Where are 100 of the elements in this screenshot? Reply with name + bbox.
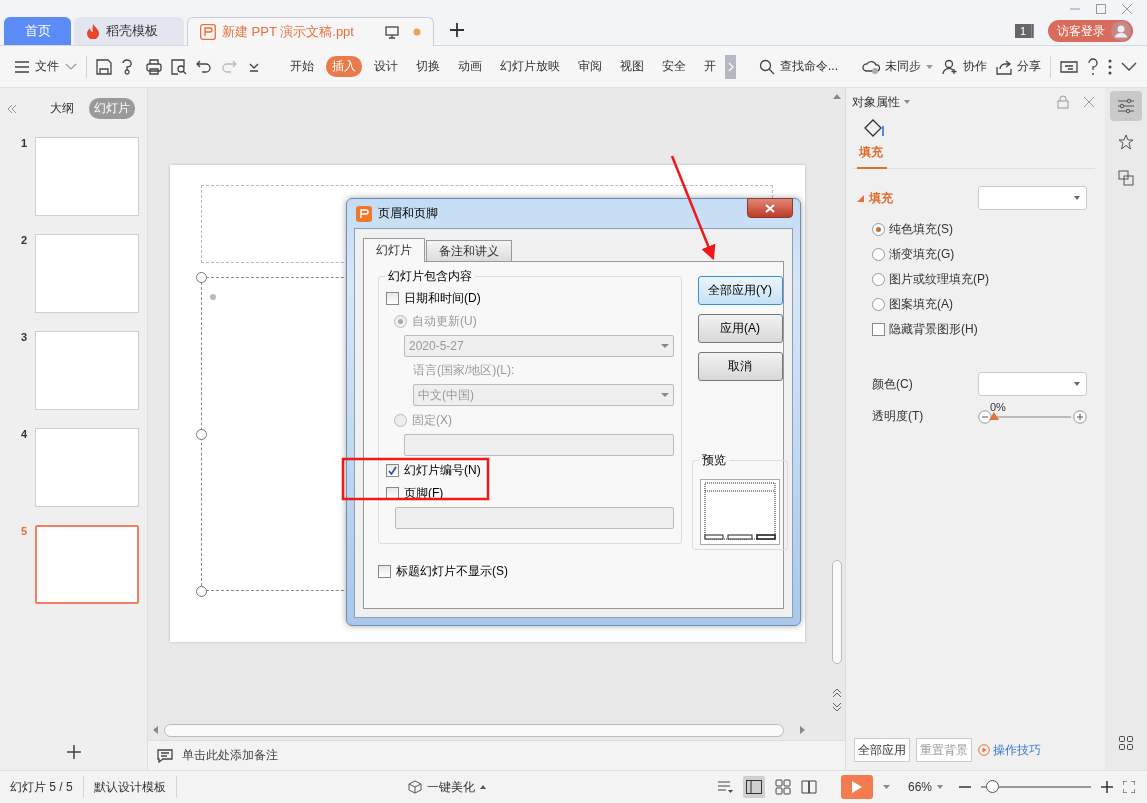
ribbon-tab[interactable]: 审阅 bbox=[572, 56, 608, 77]
scrollbar-thumb[interactable] bbox=[832, 560, 842, 664]
collapse-panel-icon[interactable] bbox=[7, 104, 17, 113]
dropdown-field[interactable] bbox=[404, 434, 674, 456]
dialog-tab[interactable]: 备注和讲义 bbox=[426, 240, 512, 261]
dialog-title: 页眉和页脚 bbox=[378, 205, 438, 222]
transparency-value: 0% bbox=[990, 400, 1006, 413]
slide-thumbnail[interactable] bbox=[35, 137, 139, 216]
comment-box-icon[interactable] bbox=[1060, 58, 1078, 75]
dialog-tab[interactable]: 幻灯片 bbox=[363, 238, 425, 262]
notes-view-icon[interactable] bbox=[716, 780, 733, 794]
new-tab-icon[interactable] bbox=[449, 22, 465, 38]
beautify-button[interactable]: 一键美化 bbox=[407, 778, 486, 796]
help-icon[interactable] bbox=[1087, 57, 1099, 76]
ribbon-tab[interactable]: 设计 bbox=[368, 56, 404, 77]
ribbon-tab[interactable]: 幻灯片放映 bbox=[494, 56, 566, 77]
ribbon-tab[interactable]: 视图 bbox=[614, 56, 650, 77]
maximize-icon[interactable] bbox=[1095, 3, 1107, 15]
slideshow-button[interactable] bbox=[840, 775, 873, 799]
collapse-ribbon-icon[interactable] bbox=[1121, 61, 1137, 72]
close-icon[interactable] bbox=[1083, 96, 1095, 108]
zoom-menu[interactable]: 66% bbox=[907, 780, 943, 794]
zoom-in-icon[interactable] bbox=[1101, 781, 1113, 793]
apply-all-button[interactable]: 全部应用 bbox=[854, 738, 910, 762]
scroll-right-icon[interactable] bbox=[800, 726, 805, 734]
slide-sorter-icon[interactable] bbox=[774, 779, 791, 795]
apply-all-button[interactable]: 全部应用(Y) bbox=[697, 276, 783, 305]
chevron-right-icon bbox=[727, 61, 734, 72]
radio-button[interactable] bbox=[872, 297, 885, 311]
minus-icon[interactable] bbox=[978, 409, 992, 424]
fill-option[interactable]: 纯色填充(S) bbox=[872, 220, 1095, 238]
hide-background-option[interactable]: 隐藏背景图形(H) bbox=[872, 320, 1095, 338]
sync-button[interactable]: 未同步 bbox=[862, 58, 933, 75]
hide-on-title-option[interactable]: 标题幻灯片不显示(S) bbox=[378, 562, 682, 580]
ribbon-tab[interactable]: 开 bbox=[698, 56, 722, 77]
more-icon[interactable] bbox=[1108, 58, 1112, 75]
slide-thumbnail[interactable] bbox=[35, 331, 139, 410]
search-button[interactable]: 查找命令... bbox=[759, 58, 838, 75]
scrollbar-thumb[interactable] bbox=[164, 723, 784, 737]
checkbox[interactable] bbox=[386, 291, 399, 305]
ribbon-tab[interactable]: 开始 bbox=[284, 56, 320, 77]
share-button[interactable]: 分享 bbox=[996, 58, 1041, 75]
cancel-button[interactable]: 取消 bbox=[697, 352, 783, 381]
print-icon[interactable] bbox=[146, 58, 162, 75]
color-dropdown[interactable] bbox=[978, 372, 1087, 396]
slide-thumbnail[interactable] bbox=[35, 428, 139, 507]
checkbox[interactable] bbox=[386, 463, 399, 477]
date-time-option[interactable]: 日期和时间(D) bbox=[386, 289, 673, 307]
save-icon[interactable] bbox=[96, 58, 112, 75]
fill-option[interactable]: 渐变填充(G) bbox=[872, 245, 1095, 263]
checkbox[interactable] bbox=[378, 564, 391, 578]
radio-button[interactable] bbox=[394, 314, 407, 328]
ribbon-tab[interactable]: 安全 bbox=[656, 56, 692, 77]
resize-handle[interactable] bbox=[196, 586, 207, 597]
radio-button[interactable] bbox=[872, 272, 885, 286]
resize-handle[interactable] bbox=[196, 429, 207, 440]
apply-button[interactable]: 应用(A) bbox=[697, 314, 783, 343]
ribbon-tab[interactable]: 切换 bbox=[410, 56, 446, 77]
redo-icon[interactable] bbox=[221, 58, 237, 75]
print-preview-icon[interactable] bbox=[171, 58, 187, 75]
lock-icon[interactable] bbox=[1057, 95, 1069, 109]
zoom-slider-thumb[interactable] bbox=[986, 780, 999, 793]
previous-slide-icon[interactable] bbox=[833, 688, 841, 698]
slide-thumbnail[interactable] bbox=[35, 525, 139, 604]
reading-view-icon[interactable] bbox=[800, 780, 817, 794]
checkbox[interactable] bbox=[872, 322, 885, 336]
next-slide-icon[interactable] bbox=[833, 702, 841, 712]
panel-title-menu[interactable]: 对象属性 bbox=[852, 93, 910, 111]
slide-number: 2 bbox=[21, 234, 28, 246]
document-tab[interactable]: 稻壳模板 bbox=[74, 17, 184, 45]
plus-icon[interactable] bbox=[1073, 409, 1087, 424]
close-icon[interactable] bbox=[1121, 3, 1133, 15]
properties-button[interactable] bbox=[1110, 91, 1142, 121]
scroll-up-icon[interactable] bbox=[833, 94, 841, 99]
slide-number-option[interactable]: 幻灯片编号(N) bbox=[386, 461, 673, 479]
normal-view-button[interactable] bbox=[742, 776, 765, 798]
radio-button[interactable] bbox=[394, 413, 407, 427]
notes-field[interactable]: 单击此处添加备注 bbox=[182, 747, 278, 764]
ribbon-tab[interactable]: 动画 bbox=[452, 56, 488, 77]
monitor-icon[interactable] bbox=[385, 25, 399, 39]
template-name[interactable]: 默认设计模板 bbox=[93, 778, 166, 796]
slider-thumb[interactable] bbox=[989, 411, 999, 420]
dropdown-field[interactable] bbox=[395, 507, 674, 529]
fill-option[interactable]: 图片或纹理填充(P) bbox=[872, 270, 1095, 288]
fit-window-icon[interactable] bbox=[1123, 781, 1135, 793]
tips-link[interactable]: 操作技巧 bbox=[978, 741, 1041, 759]
undo-icon[interactable] bbox=[196, 58, 212, 75]
fill-option[interactable]: 图案填充(A) bbox=[872, 295, 1095, 313]
panel-tab[interactable]: 大纲 bbox=[45, 98, 79, 119]
radio-button[interactable] bbox=[872, 247, 885, 261]
scroll-left-icon[interactable] bbox=[153, 726, 158, 734]
collaborate-button[interactable]: 协作 bbox=[942, 58, 987, 75]
close-button[interactable] bbox=[747, 198, 793, 218]
scroll-right-button[interactable] bbox=[725, 54, 736, 79]
file-menu[interactable]: 文件 bbox=[15, 58, 77, 75]
add-slide-icon[interactable] bbox=[65, 744, 82, 760]
radio-button[interactable] bbox=[872, 222, 885, 236]
caret-icon[interactable] bbox=[882, 785, 890, 789]
resize-handle[interactable] bbox=[196, 272, 207, 283]
slide-thumbnail[interactable] bbox=[35, 234, 139, 313]
